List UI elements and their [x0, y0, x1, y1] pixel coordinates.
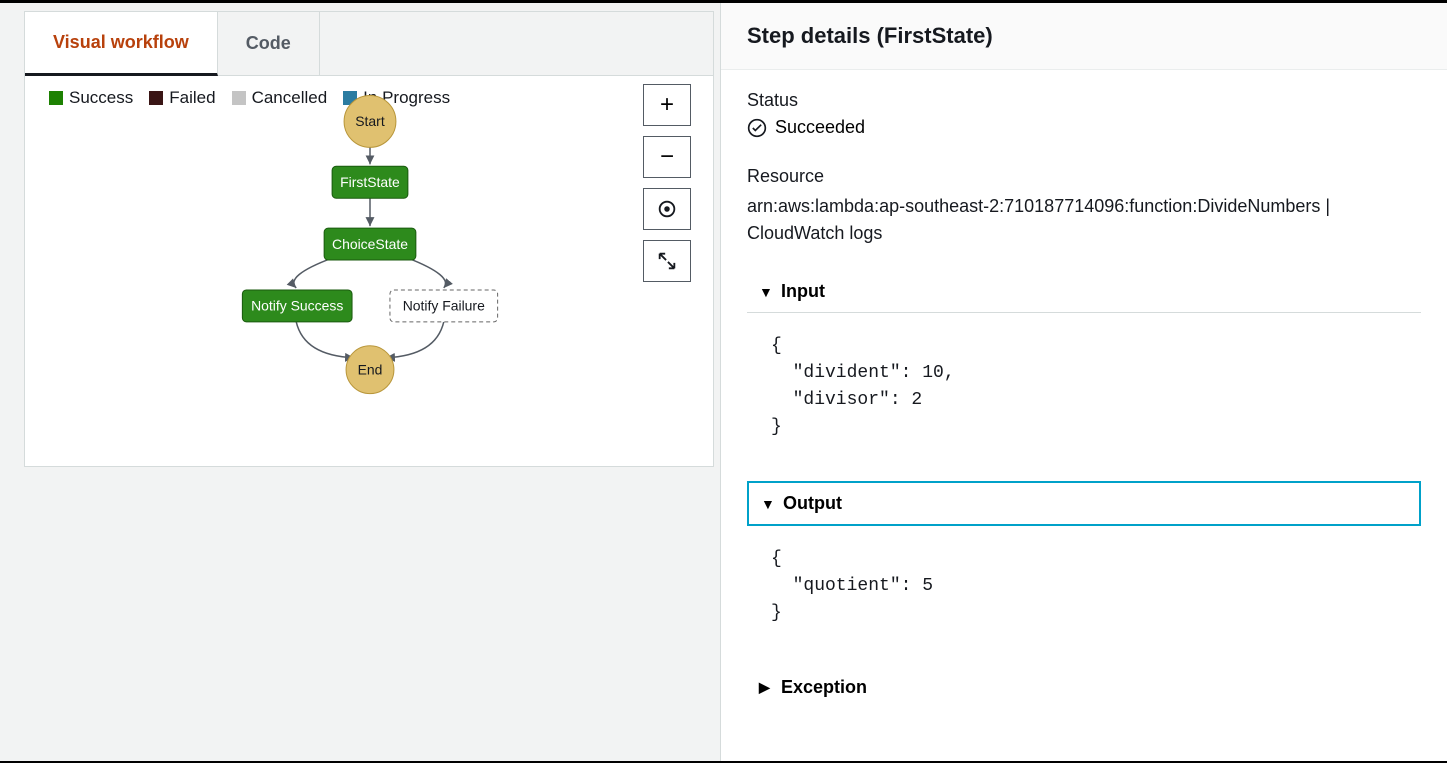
- node-choice-state-label: ChoiceState: [332, 236, 408, 252]
- legend-failed: Failed: [149, 88, 215, 108]
- visual-workflow-panel: Visual workflow Code Success Failed Canc…: [0, 3, 720, 761]
- node-start-label: Start: [355, 113, 385, 129]
- input-section-header[interactable]: ▼ Input: [747, 271, 1421, 313]
- resource-value: arn:aws:lambda:ap-southeast-2:7101877140…: [747, 193, 1421, 247]
- check-circle-icon: [747, 118, 767, 138]
- node-end-label: End: [358, 361, 383, 377]
- workflow-graph: Start FirstState ChoiceState Notify Succ…: [25, 76, 713, 468]
- node-notify-success-label: Notify Success: [251, 298, 343, 314]
- legend-cancelled: Cancelled: [232, 88, 328, 108]
- node-notify-failure[interactable]: [390, 290, 498, 322]
- status-value: Succeeded: [775, 117, 865, 138]
- zoom-out-button[interactable]: −: [643, 136, 691, 178]
- legend: Success Failed Cancelled In Progress: [49, 88, 450, 108]
- step-details-header: Step details (FirstState): [721, 3, 1447, 70]
- exception-section: ▶ Exception: [747, 667, 1421, 708]
- legend-in-progress: In Progress: [343, 88, 450, 108]
- plus-icon: +: [660, 91, 674, 119]
- workflow-canvas[interactable]: Success Failed Cancelled In Progress: [25, 76, 713, 468]
- zoom-in-button[interactable]: +: [643, 84, 691, 126]
- input-code: { "divident": 10, "divisor": 2 }: [747, 313, 1421, 461]
- output-section: ▼ Output { "quotient": 5 }: [747, 481, 1421, 647]
- node-end[interactable]: [346, 346, 394, 394]
- tab-code[interactable]: Code: [218, 12, 320, 75]
- center-button[interactable]: [643, 188, 691, 230]
- fullscreen-button[interactable]: [643, 240, 691, 282]
- target-icon: [656, 198, 678, 220]
- exception-label: Exception: [781, 677, 867, 698]
- workflow-card: Visual workflow Code Success Failed Canc…: [24, 11, 714, 467]
- node-first-state-label: FirstState: [340, 174, 400, 190]
- node-notify-success[interactable]: [242, 290, 352, 322]
- minus-icon: −: [660, 143, 674, 171]
- node-first-state[interactable]: [332, 166, 408, 198]
- status-label: Status: [747, 90, 1421, 111]
- exception-section-header[interactable]: ▶ Exception: [747, 667, 1421, 708]
- output-section-header[interactable]: ▼ Output: [747, 481, 1421, 526]
- workflow-tabs: Visual workflow Code: [25, 12, 713, 76]
- output-label: Output: [783, 493, 842, 514]
- node-choice-state[interactable]: [324, 228, 416, 260]
- canvas-controls: + −: [643, 84, 691, 282]
- caret-down-icon: ▼: [759, 284, 771, 300]
- expand-icon: [656, 250, 678, 272]
- input-section: ▼ Input { "divident": 10, "divisor": 2 }: [747, 271, 1421, 461]
- output-code: { "quotient": 5 }: [747, 526, 1421, 647]
- step-details-title: Step details (FirstState): [747, 23, 1421, 49]
- tab-visual-workflow[interactable]: Visual workflow: [25, 12, 218, 76]
- caret-down-icon: ▼: [761, 496, 773, 512]
- step-details-panel: Step details (FirstState) Status Succeed…: [720, 3, 1447, 761]
- node-notify-failure-label: Notify Failure: [403, 298, 485, 314]
- resource-label: Resource: [747, 166, 1421, 187]
- status-value-row: Succeeded: [747, 117, 1421, 138]
- caret-right-icon: ▶: [759, 679, 771, 696]
- legend-success: Success: [49, 88, 133, 108]
- input-label: Input: [781, 281, 825, 302]
